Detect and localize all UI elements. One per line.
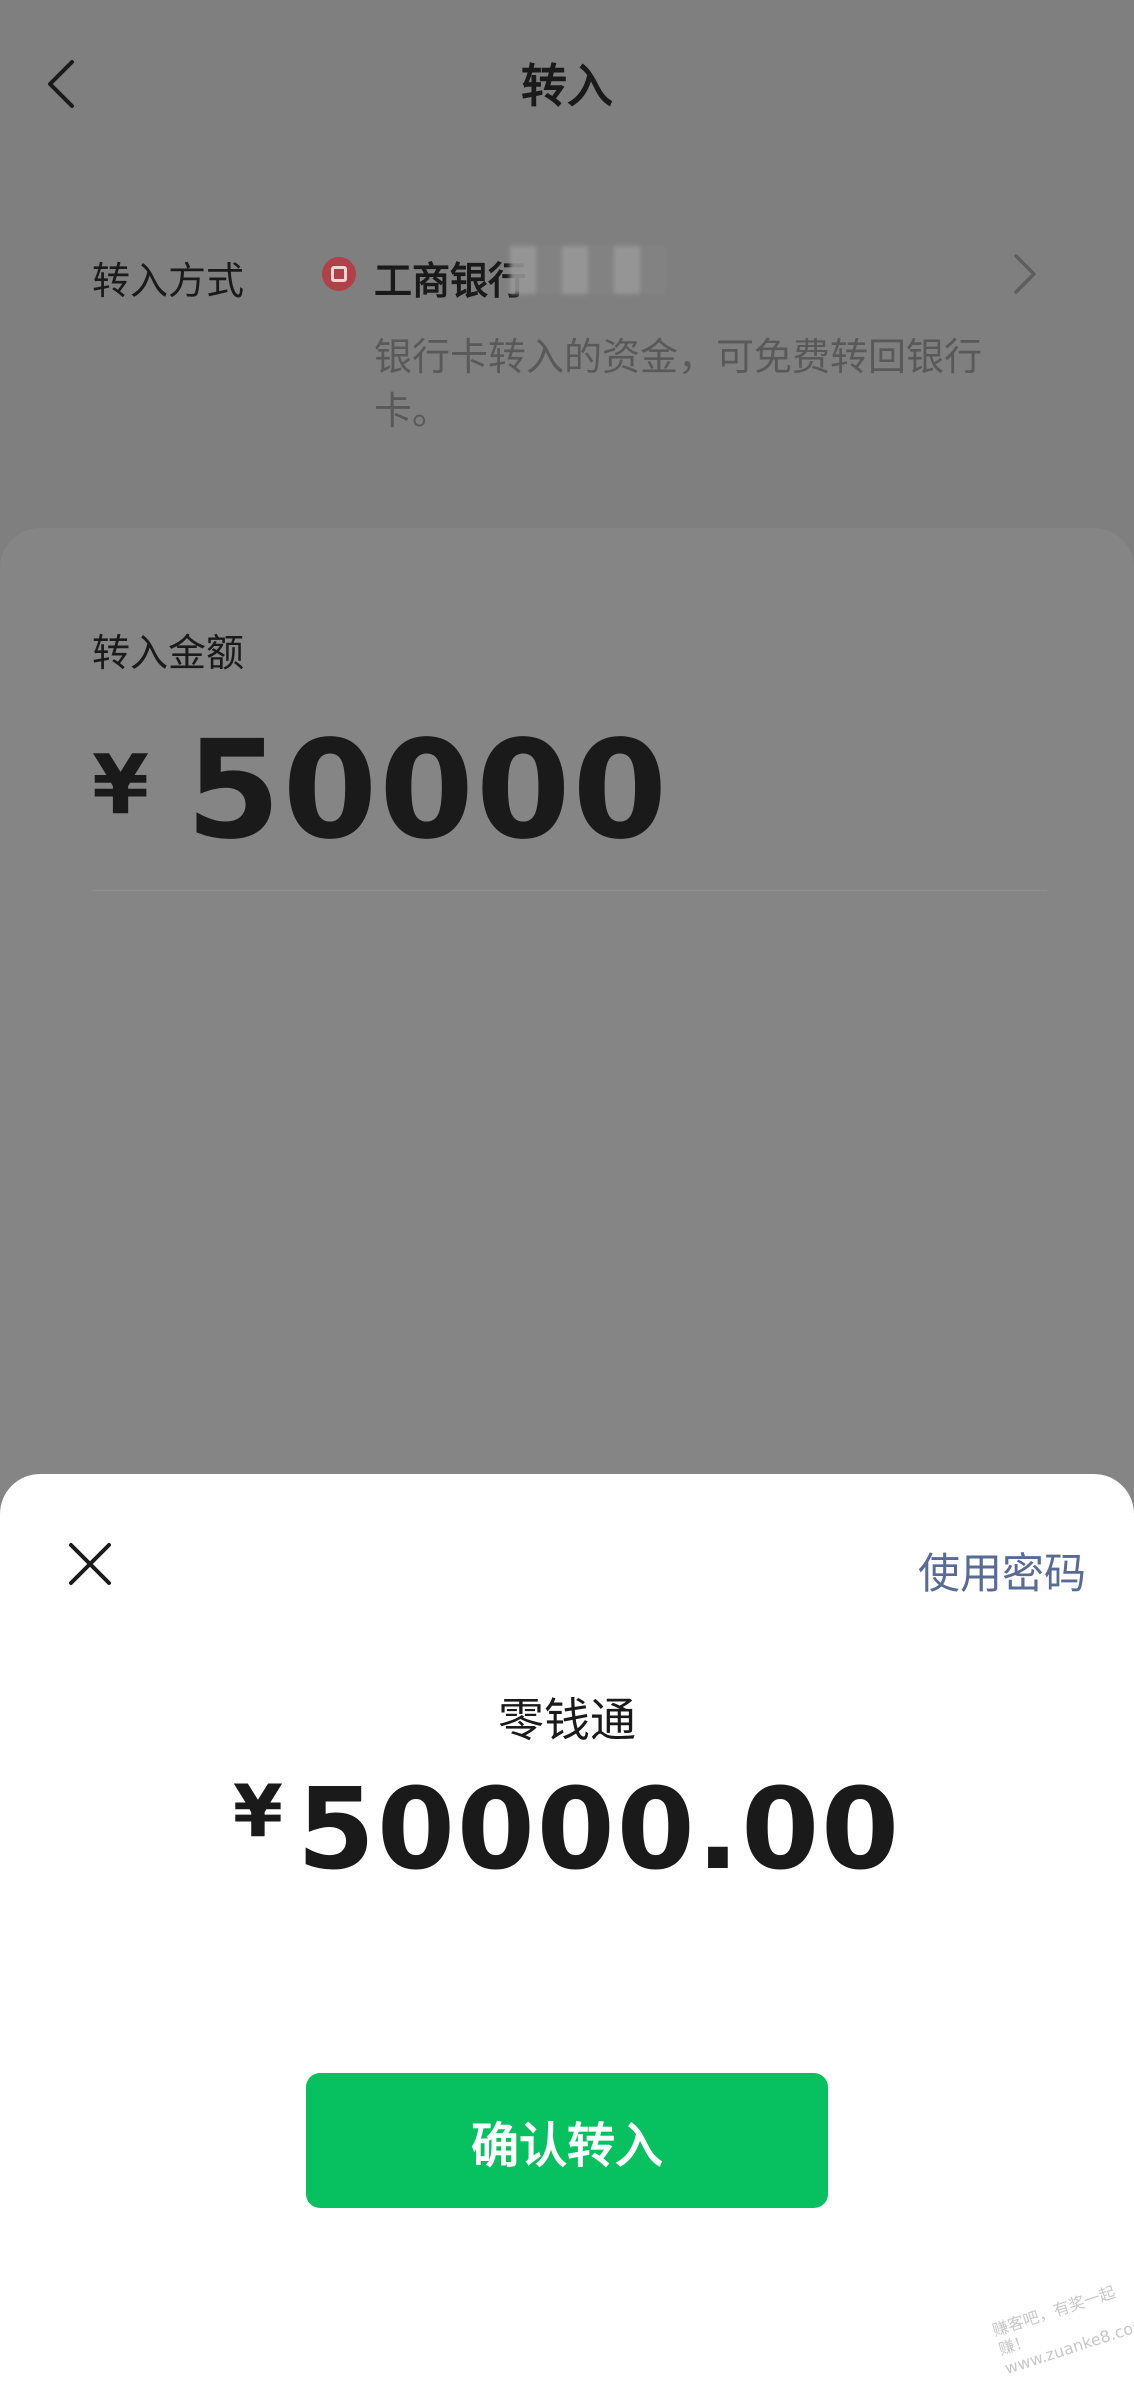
confirm-transfer-button[interactable]: 确认转入: [306, 2073, 828, 2208]
sheet-amount-value: 50000.00: [297, 1765, 902, 1895]
bank-name[interactable]: 工商银行: [374, 250, 526, 305]
transfer-method-label: 转入方式: [92, 259, 245, 303]
transfer-in-page: 转入 转入方式 工商银行 银行卡转入的资金，可免费转回银行卡。 转入金额 ¥ 5…: [0, 0, 1134, 2397]
page-title: 转入: [521, 59, 613, 113]
use-password-link[interactable]: 使用密码: [918, 1540, 1086, 1601]
sheet-currency-symbol: ¥: [232, 1769, 284, 1853]
currency-symbol: ¥: [92, 738, 150, 833]
masked-card-number: [510, 246, 666, 294]
amount-input[interactable]: 50000: [186, 712, 669, 870]
icbc-logo-icon: [322, 257, 356, 291]
transfer-method-description: 银行卡转入的资金，可免费转回银行卡。: [374, 335, 983, 433]
amount-label: 转入金额: [92, 631, 245, 675]
sheet-amount: ¥50000.00: [0, 1765, 1134, 1895]
amount-divider: [92, 890, 1047, 891]
close-icon[interactable]: [66, 1540, 114, 1588]
sheet-title: 零钱通: [498, 1693, 636, 1747]
amount-card: [0, 528, 1134, 1528]
chevron-right-icon[interactable]: [1010, 252, 1040, 296]
payment-sheet: [0, 1474, 1134, 2397]
